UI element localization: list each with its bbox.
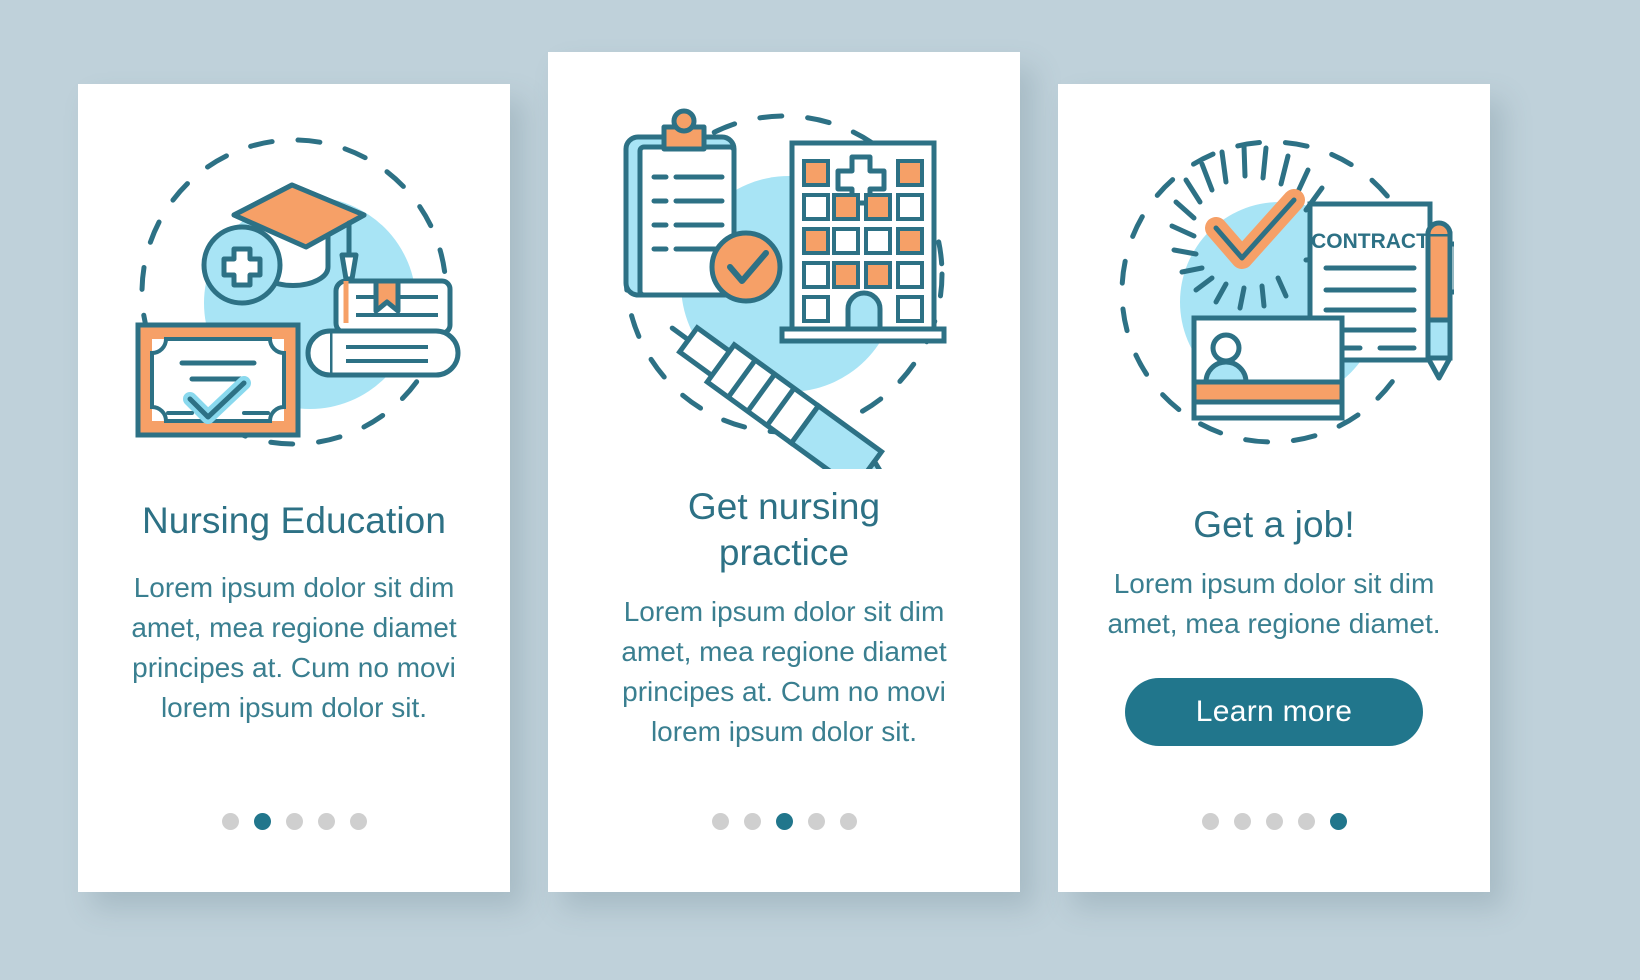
learn-more-button[interactable]: Learn more — [1125, 678, 1423, 746]
page-description: Lorem ipsum dolor sit dim amet, mea regi… — [621, 596, 947, 747]
pagination-dot-4[interactable] — [807, 813, 825, 830]
contract-label: CONTRACT — [1311, 230, 1429, 253]
pagination-dots — [1058, 813, 1490, 830]
pagination-dot-5[interactable] — [349, 813, 367, 830]
pagination-dot-4[interactable] — [317, 813, 335, 830]
pagination-dot-3[interactable] — [775, 813, 793, 830]
contract-id-card-pen-check-icon: CONTRACT — [1119, 139, 1454, 445]
card-text-block: Get nursing practice Lorem ipsum dolor s… — [548, 484, 1020, 752]
pagination-dot-5[interactable] — [1329, 813, 1347, 830]
card-text-block: Nursing Education Lorem ipsum dolor sit … — [78, 492, 510, 728]
illustration-nursing-education — [78, 92, 510, 492]
page-description: Lorem ipsum dolor sit dim amet, mea regi… — [1107, 568, 1441, 639]
pagination-dot-1[interactable] — [1201, 813, 1219, 830]
pagination-dot-1[interactable] — [221, 813, 239, 830]
pagination-dot-2[interactable] — [743, 813, 761, 830]
graduation-cap-diploma-books-icon — [135, 137, 461, 447]
page-title: Nursing Education — [141, 500, 447, 541]
page-title: Get nursing practice — [687, 486, 881, 573]
pagination-dot-1[interactable] — [711, 813, 729, 830]
pagination-dot-5[interactable] — [839, 813, 857, 830]
pagination-dots — [548, 813, 1020, 830]
pagination-dot-4[interactable] — [1297, 813, 1315, 830]
pagination-dot-3[interactable] — [1265, 813, 1283, 830]
illustration-get-a-job: CONTRACT — [1058, 110, 1490, 490]
pagination-dot-2[interactable] — [1233, 813, 1251, 830]
card-text-block: Get a job! Lorem ipsum dolor sit dim ame… — [1058, 490, 1490, 746]
pagination-dot-2[interactable] — [253, 813, 271, 830]
onboarding-screens-stage: Nursing Education Lorem ipsum dolor sit … — [0, 0, 1640, 980]
onboarding-card-get-a-job: CONTRACT Get a job! Lorem ipsum dolor si… — [1058, 84, 1490, 892]
page-title: Get a job! — [1193, 504, 1355, 545]
pagination-dots — [78, 813, 510, 830]
pagination-dot-3[interactable] — [285, 813, 303, 830]
onboarding-card-nursing-education: Nursing Education Lorem ipsum dolor sit … — [78, 84, 510, 892]
onboarding-card-nursing-practice: Get nursing practice Lorem ipsum dolor s… — [548, 52, 1020, 892]
clipboard-hospital-syringe-icon — [623, 108, 947, 469]
illustration-nursing-practice — [548, 64, 1020, 484]
page-description: Lorem ipsum dolor sit dim amet, mea regi… — [131, 572, 457, 723]
